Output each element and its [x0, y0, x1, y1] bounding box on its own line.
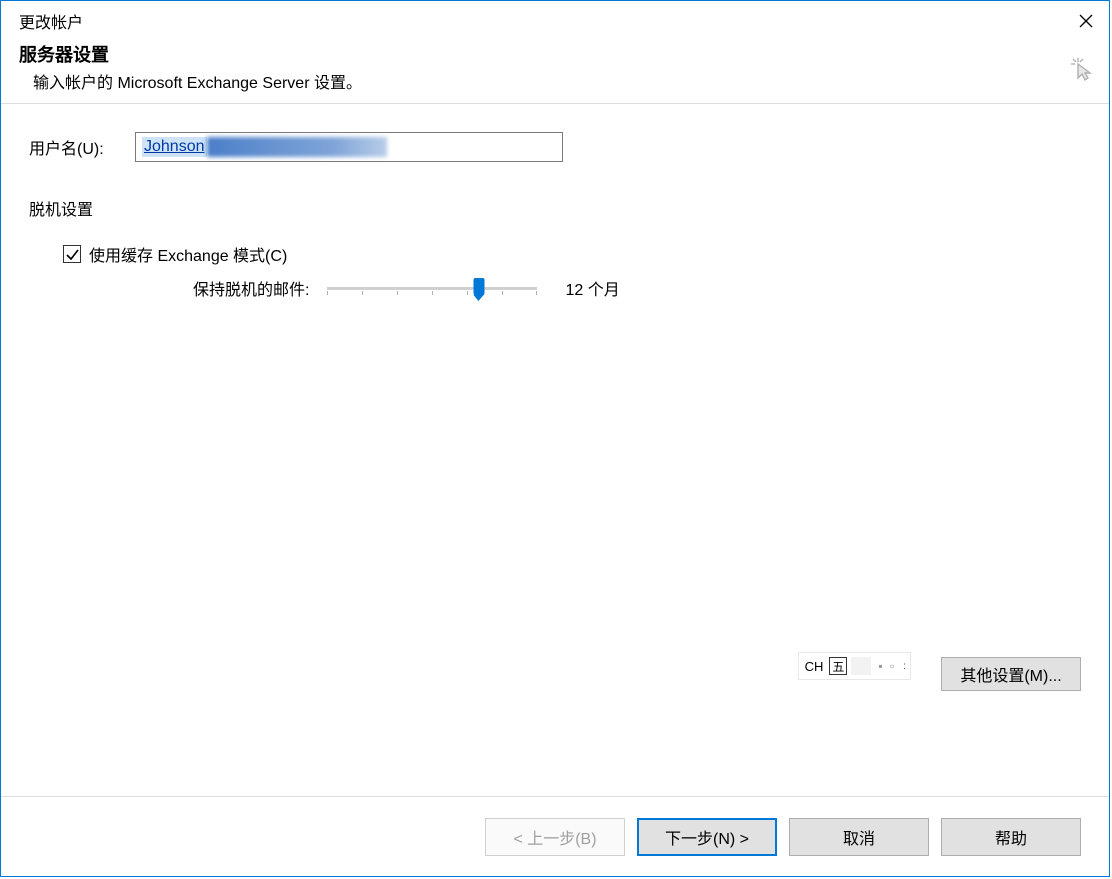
ime-dropdown-icon[interactable]: : [903, 661, 906, 672]
ime-options-icon[interactable]: ▪ ▫ [875, 659, 899, 673]
slider-thumb[interactable] [473, 278, 484, 296]
change-account-dialog: 更改帐户 服务器设置 输入帐户的 Microsoft Exchange Serv… [0, 0, 1110, 877]
slider-ticks [327, 291, 537, 295]
cache-mode-row: 使用缓存 Exchange 模式(C) [63, 242, 1081, 266]
ime-lang[interactable]: CH [803, 659, 826, 674]
header-subtitle: 输入帐户的 Microsoft Exchange Server 设置。 [19, 67, 1091, 93]
next-button[interactable]: 下一步(N) > [637, 818, 777, 856]
header-section: 服务器设置 输入帐户的 Microsoft Exchange Server 设置… [1, 41, 1109, 104]
titlebar: 更改帐户 [1, 1, 1109, 41]
username-input[interactable]: Johnson [135, 132, 563, 162]
ime-spacer [851, 657, 871, 675]
ime-mode[interactable]: 五 [829, 657, 847, 675]
cursor-click-icon [1069, 56, 1095, 86]
slider-label: 保持脱机的邮件: [193, 276, 309, 300]
offline-mail-slider-row: 保持脱机的邮件: 12 个月 [193, 276, 1081, 300]
close-icon [1079, 14, 1093, 28]
offline-section-label: 脱机设置 [29, 196, 1081, 220]
close-button[interactable] [1063, 5, 1109, 37]
username-label: 用户名(U): [29, 135, 135, 159]
check-icon [66, 248, 79, 261]
offline-duration-slider[interactable] [327, 276, 537, 300]
help-button[interactable]: 帮助 [941, 818, 1081, 856]
username-row: 用户名(U): Johnson [29, 132, 1081, 162]
username-value: Johnson [142, 137, 207, 157]
slider-track [327, 287, 537, 290]
slider-value-text: 12 个月 [565, 276, 619, 300]
ime-toolbar[interactable]: CH 五 ▪ ▫ : [798, 652, 911, 680]
cancel-button[interactable]: 取消 [789, 818, 929, 856]
header-title: 服务器设置 [19, 41, 1091, 67]
footer-buttons: < 上一步(B) 下一步(N) > 取消 帮助 [1, 796, 1109, 876]
window-title: 更改帐户 [19, 9, 83, 33]
body-area: 用户名(U): Johnson 脱机设置 使用缓存 Exchange 模式(C)… [1, 104, 1109, 796]
more-settings-button[interactable]: 其他设置(M)... [941, 657, 1081, 691]
back-button: < 上一步(B) [485, 818, 625, 856]
username-redacted [207, 137, 387, 157]
cache-mode-label: 使用缓存 Exchange 模式(C) [89, 242, 287, 266]
cache-mode-checkbox[interactable] [63, 245, 81, 263]
more-settings-row: 其他设置(M)... [941, 657, 1081, 691]
